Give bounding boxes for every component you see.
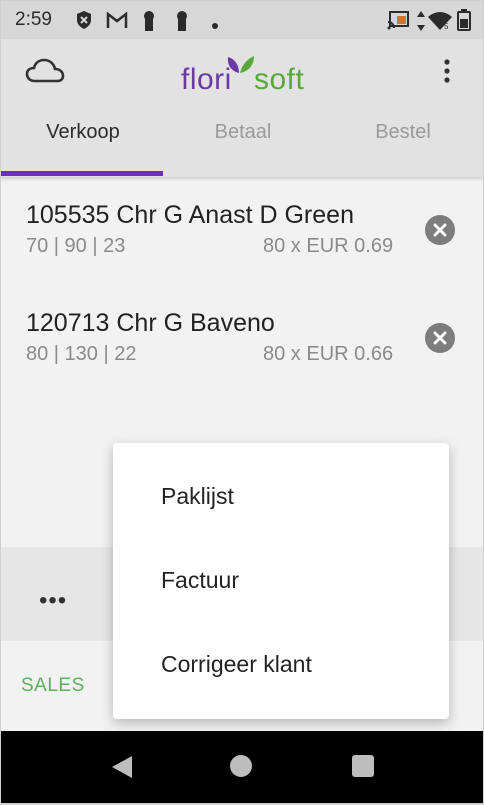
remove-item-button[interactable] xyxy=(425,323,455,353)
cast-icon xyxy=(387,10,411,35)
close-icon xyxy=(433,223,447,237)
tab-verkoop[interactable]: Verkoop xyxy=(3,121,163,144)
item-price: 80 x EUR 0.66 xyxy=(263,343,394,365)
item-price: 80 x EUR 0.69 xyxy=(263,235,394,257)
list-item[interactable]: 120713 Chr G Baveno 80 | 130 | 22 80 x E… xyxy=(1,289,483,397)
cloud-icon[interactable] xyxy=(25,57,65,90)
tab-indicator xyxy=(1,171,163,176)
wifi-icon: 5 xyxy=(427,10,453,37)
item-dimensions: 80 | 130 | 22 xyxy=(26,343,137,365)
shield-x-icon xyxy=(75,10,93,35)
keyhole-icon xyxy=(174,10,190,37)
popup-menu: Paklijst Factuur Corrigeer klant xyxy=(113,443,449,719)
keyhole-icon xyxy=(141,10,157,37)
tab-bestel[interactable]: Bestel xyxy=(323,121,483,144)
status-time: 2:59 xyxy=(15,9,52,30)
more-actions-button[interactable]: ••• xyxy=(39,587,67,615)
tab-bar: Verkoop Betaal Bestel xyxy=(1,101,483,177)
menu-item-paklijst[interactable]: Paklijst xyxy=(161,483,234,510)
logo-text-flori: flori xyxy=(181,63,232,96)
menu-item-factuur[interactable]: Factuur xyxy=(161,567,239,594)
app-screen: 2:59 5 flori soft Verkoop Betaal Bestel … xyxy=(1,1,483,803)
item-title: 120713 Chr G Baveno xyxy=(26,309,275,337)
system-nav-bar xyxy=(1,731,483,803)
home-icon[interactable] xyxy=(230,755,252,777)
item-title: 105535 Chr G Anast D Green xyxy=(26,201,354,229)
status-bar: 2:59 5 xyxy=(1,1,483,39)
menu-item-corrigeer-klant[interactable]: Corrigeer klant xyxy=(161,651,312,678)
data-arrows-icon xyxy=(415,10,427,37)
app-bar: flori soft Verkoop Betaal Bestel xyxy=(1,39,483,177)
close-icon xyxy=(433,331,447,345)
gmail-icon xyxy=(106,10,128,35)
back-icon[interactable] xyxy=(110,755,134,784)
item-dimensions: 70 | 90 | 23 xyxy=(26,235,126,257)
dot-icon xyxy=(211,17,219,35)
overflow-menu-icon[interactable] xyxy=(437,57,457,92)
recent-apps-icon[interactable] xyxy=(352,755,374,777)
battery-icon xyxy=(457,9,471,36)
tab-betaal[interactable]: Betaal xyxy=(163,121,323,144)
svg-text:5: 5 xyxy=(444,22,449,31)
logo-text-soft: soft xyxy=(254,63,305,96)
remove-item-button[interactable] xyxy=(425,215,455,245)
list-item[interactable]: 105535 Chr G Anast D Green 70 | 90 | 23 … xyxy=(1,181,483,289)
sales-label[interactable]: SALES xyxy=(21,675,85,697)
florisoft-logo: flori soft xyxy=(181,56,311,99)
